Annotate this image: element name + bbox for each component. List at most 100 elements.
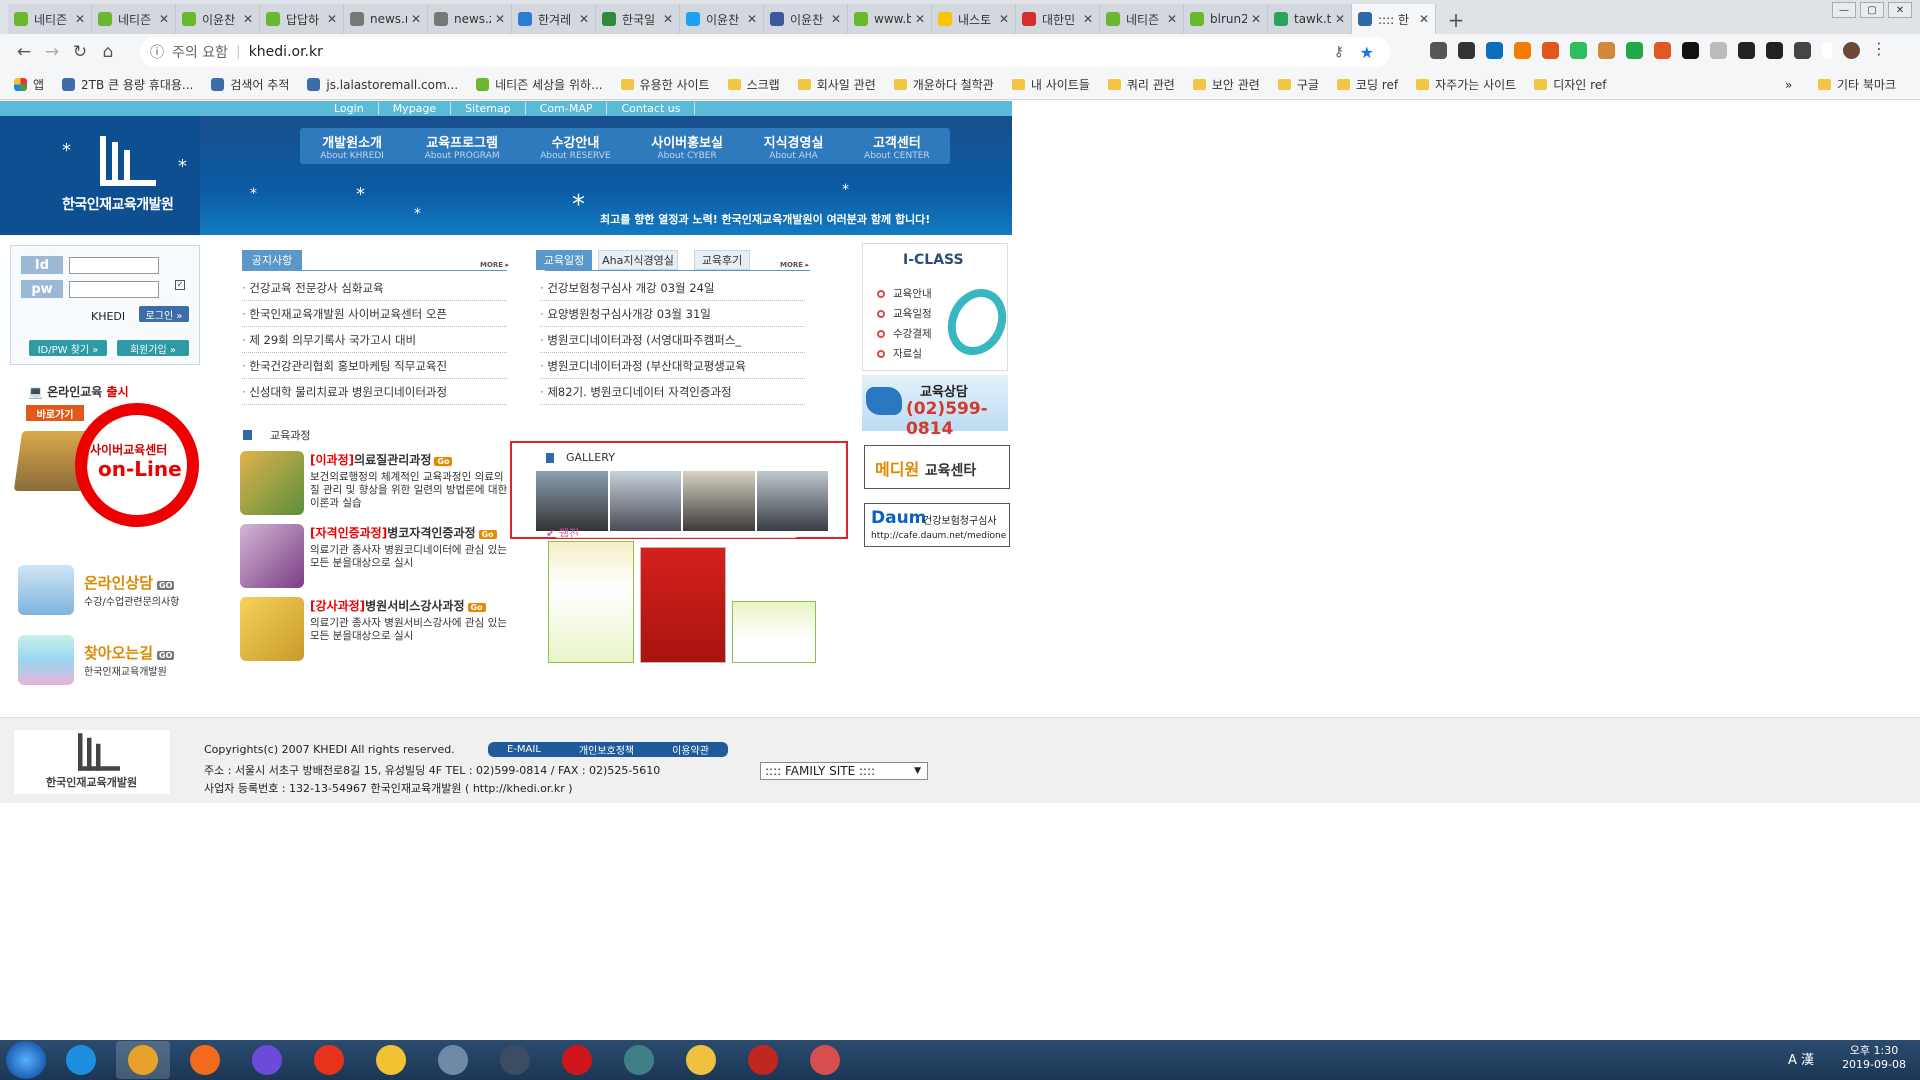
education-consult-banner[interactable]: 교육상담 (02)599-0814 — [862, 375, 1008, 439]
tab-schedule[interactable]: Aha지식경영실 — [598, 250, 678, 270]
close-tab-icon[interactable]: ✕ — [243, 12, 253, 26]
browser-tab[interactable]: 이윤찬 ✕ — [680, 4, 764, 34]
bookmark-item[interactable]: 구글 — [1277, 76, 1319, 93]
iclass-menu-item[interactable]: 자료실 — [877, 346, 922, 361]
bookmark-item[interactable]: 내 사이트들 — [1011, 76, 1090, 93]
close-tab-icon[interactable]: ✕ — [495, 12, 505, 26]
taskbar-app-icon[interactable] — [612, 1041, 666, 1079]
daum-cafe-banner[interactable]: Daum 건강보험청구심사 http://cafe.daum.net/medio… — [864, 503, 1010, 547]
taskbar-app-icon[interactable] — [364, 1041, 418, 1079]
profile-avatar[interactable] — [1843, 42, 1860, 59]
info-icon[interactable]: ⓘ — [150, 42, 164, 62]
close-tab-icon[interactable]: ✕ — [831, 12, 841, 26]
bookmark-item[interactable]: 앱 — [14, 76, 44, 93]
close-tab-icon[interactable]: ✕ — [75, 12, 85, 26]
clock[interactable]: 오후 1:30 2019-09-08 — [1842, 1044, 1906, 1072]
bookmarks-overflow-icon[interactable]: » — [1785, 78, 1792, 92]
list-item[interactable]: 신성대학 물리치료과 병원코디네이터과정 — [242, 379, 507, 405]
bookmark-item[interactable]: js.lalastoremall.com... — [307, 78, 458, 92]
go-button[interactable]: Go — [467, 603, 486, 612]
site-logo[interactable]: 한국인재교육개발원 * * — [0, 116, 200, 235]
address-bar[interactable]: ⓘ 주의 요함 | khedi.or.kr ⚷ ★ — [140, 37, 1390, 67]
list-item[interactable]: 병원코디네이터과정 (부산대학교평생교육 — [540, 353, 805, 379]
gnb-item[interactable]: 교육프로그램 About PROGRAM — [425, 132, 500, 161]
new-tab-button[interactable]: + — [1442, 6, 1470, 34]
iclass-menu-item[interactable]: 교육안내 — [877, 286, 932, 301]
cookie-icon[interactable] — [1598, 42, 1615, 59]
save-id-checkbox[interactable]: ✓ — [175, 280, 185, 290]
close-tab-icon[interactable]: ✕ — [411, 12, 421, 26]
schedule-more-link[interactable]: MORE ▸ — [780, 261, 809, 269]
webzine-thumbnail[interactable] — [548, 541, 634, 663]
close-tab-icon[interactable]: ✕ — [1167, 12, 1177, 26]
close-tab-icon[interactable]: ✕ — [999, 12, 1009, 26]
bookmark-item[interactable]: 네티즌 세상을 위하... — [476, 76, 603, 93]
taskbar-app-icon[interactable] — [240, 1041, 294, 1079]
home-icon[interactable]: ⌂ — [94, 42, 122, 62]
close-tab-icon[interactable]: ✕ — [1251, 12, 1261, 26]
browser-tab[interactable]: www.b ✕ — [848, 4, 932, 34]
close-tab-icon[interactable]: ✕ — [1419, 12, 1429, 26]
reload-icon[interactable]: ↻ — [66, 42, 94, 62]
extension-icon[interactable] — [1794, 42, 1811, 59]
browser-tab[interactable]: 이윤찬 ✕ — [176, 4, 260, 34]
list-item[interactable]: 요양병원청구심사개강 03월 31일 — [540, 301, 805, 327]
course-item[interactable]: [강사과정]병원서비스강사과정 Go 의료기관 종사자 병원서비스강사에 관심 있는… — [240, 597, 510, 667]
extension-icon[interactable] — [1458, 42, 1475, 59]
browser-tab[interactable]: tawk.to ✕ — [1268, 4, 1352, 34]
login-button[interactable]: 로그인 » — [139, 306, 189, 322]
extension-icon[interactable] — [1542, 42, 1559, 59]
browser-tab[interactable]: 답답하 ✕ — [260, 4, 344, 34]
tab-schedule[interactable]: 교육후기 — [694, 250, 750, 270]
find-id-pw-button[interactable]: ID/PW 찾기 » — [29, 340, 107, 356]
extension-icon[interactable] — [1486, 42, 1503, 59]
bookmark-item[interactable]: 자주가는 사이트 — [1416, 76, 1516, 93]
gnb-item[interactable]: 개발원소개 About KHREDI — [320, 132, 384, 161]
bookmark-item[interactable]: 유용한 사이트 — [620, 76, 710, 93]
gallery-photo[interactable] — [536, 471, 830, 531]
bookmark-item[interactable]: 회사일 관련 — [797, 76, 876, 93]
back-icon[interactable]: ← — [10, 42, 38, 62]
extension-icon[interactable] — [1626, 42, 1643, 59]
footer-link[interactable]: 이용약관 — [672, 742, 709, 757]
close-tab-icon[interactable]: ✕ — [579, 12, 589, 26]
footer-link[interactable]: 개인보호정책 — [579, 742, 634, 757]
browser-tab[interactable]: 네티즌 ✕ — [1100, 4, 1184, 34]
webzine-thumbnail[interactable] — [732, 601, 816, 663]
extension-icon[interactable] — [1682, 42, 1699, 59]
extension-icon[interactable] — [1654, 42, 1671, 59]
evernote-icon[interactable] — [1570, 42, 1587, 59]
family-site-select[interactable]: :::: FAMILY SITE :::: ▼ — [760, 762, 928, 780]
list-item[interactable]: 건강보험청구심사 개강 03월 24일 — [540, 275, 805, 301]
extension-icon[interactable] — [1710, 42, 1727, 59]
gnb-item[interactable]: 지식경영실 About AHA — [764, 132, 824, 161]
browser-tab[interactable]: 한겨레 ✕ — [512, 4, 596, 34]
browser-tab[interactable]: :::: 한 ✕ — [1352, 4, 1436, 34]
online-counsel-banner[interactable]: 온라인상담 GO 수강/수업관련문의사항 — [18, 565, 179, 615]
browser-tab[interactable]: 네티즌 ✕ — [92, 4, 176, 34]
bookmark-star-icon[interactable]: ★ — [1360, 43, 1374, 62]
taskbar-app-icon[interactable] — [178, 1041, 232, 1079]
bookmark-item[interactable]: 쿼리 관련 — [1107, 76, 1175, 93]
bookmark-item[interactable]: 디자인 ref — [1534, 76, 1606, 93]
notice-more-link[interactable]: MORE ▸ — [480, 261, 509, 269]
maximize-button[interactable]: ▢ — [1860, 2, 1884, 18]
browser-tab[interactable]: 한국일 ✕ — [596, 4, 680, 34]
close-tab-icon[interactable]: ✕ — [327, 12, 337, 26]
taskbar-app-icon[interactable] — [54, 1041, 108, 1079]
browser-tab[interactable]: news.n ✕ — [344, 4, 428, 34]
bookmark-item[interactable]: 보안 관련 — [1192, 76, 1260, 93]
list-item[interactable]: 제 29회 의무기록사 국가고시 대비 — [242, 327, 507, 353]
minimize-button[interactable]: — — [1832, 2, 1856, 18]
taskbar-app-icon[interactable] — [488, 1041, 542, 1079]
taskbar-app-icon[interactable] — [426, 1041, 480, 1079]
tab-schedule[interactable]: 교육일정 — [536, 250, 592, 270]
key-icon[interactable]: ⚷ — [1334, 44, 1344, 60]
taskbar-app-icon[interactable] — [798, 1041, 852, 1079]
go-button[interactable]: Go — [434, 457, 453, 466]
gnb-item[interactable]: 사이버홍보실 About CYBER — [651, 132, 723, 161]
extension-icon[interactable] — [1430, 42, 1447, 59]
bookmark-item[interactable]: 스크랩 — [727, 76, 780, 93]
mediwon-banner[interactable]: 메디원 교육센타 — [864, 445, 1010, 489]
webzine-thumbnail[interactable] — [640, 547, 726, 663]
